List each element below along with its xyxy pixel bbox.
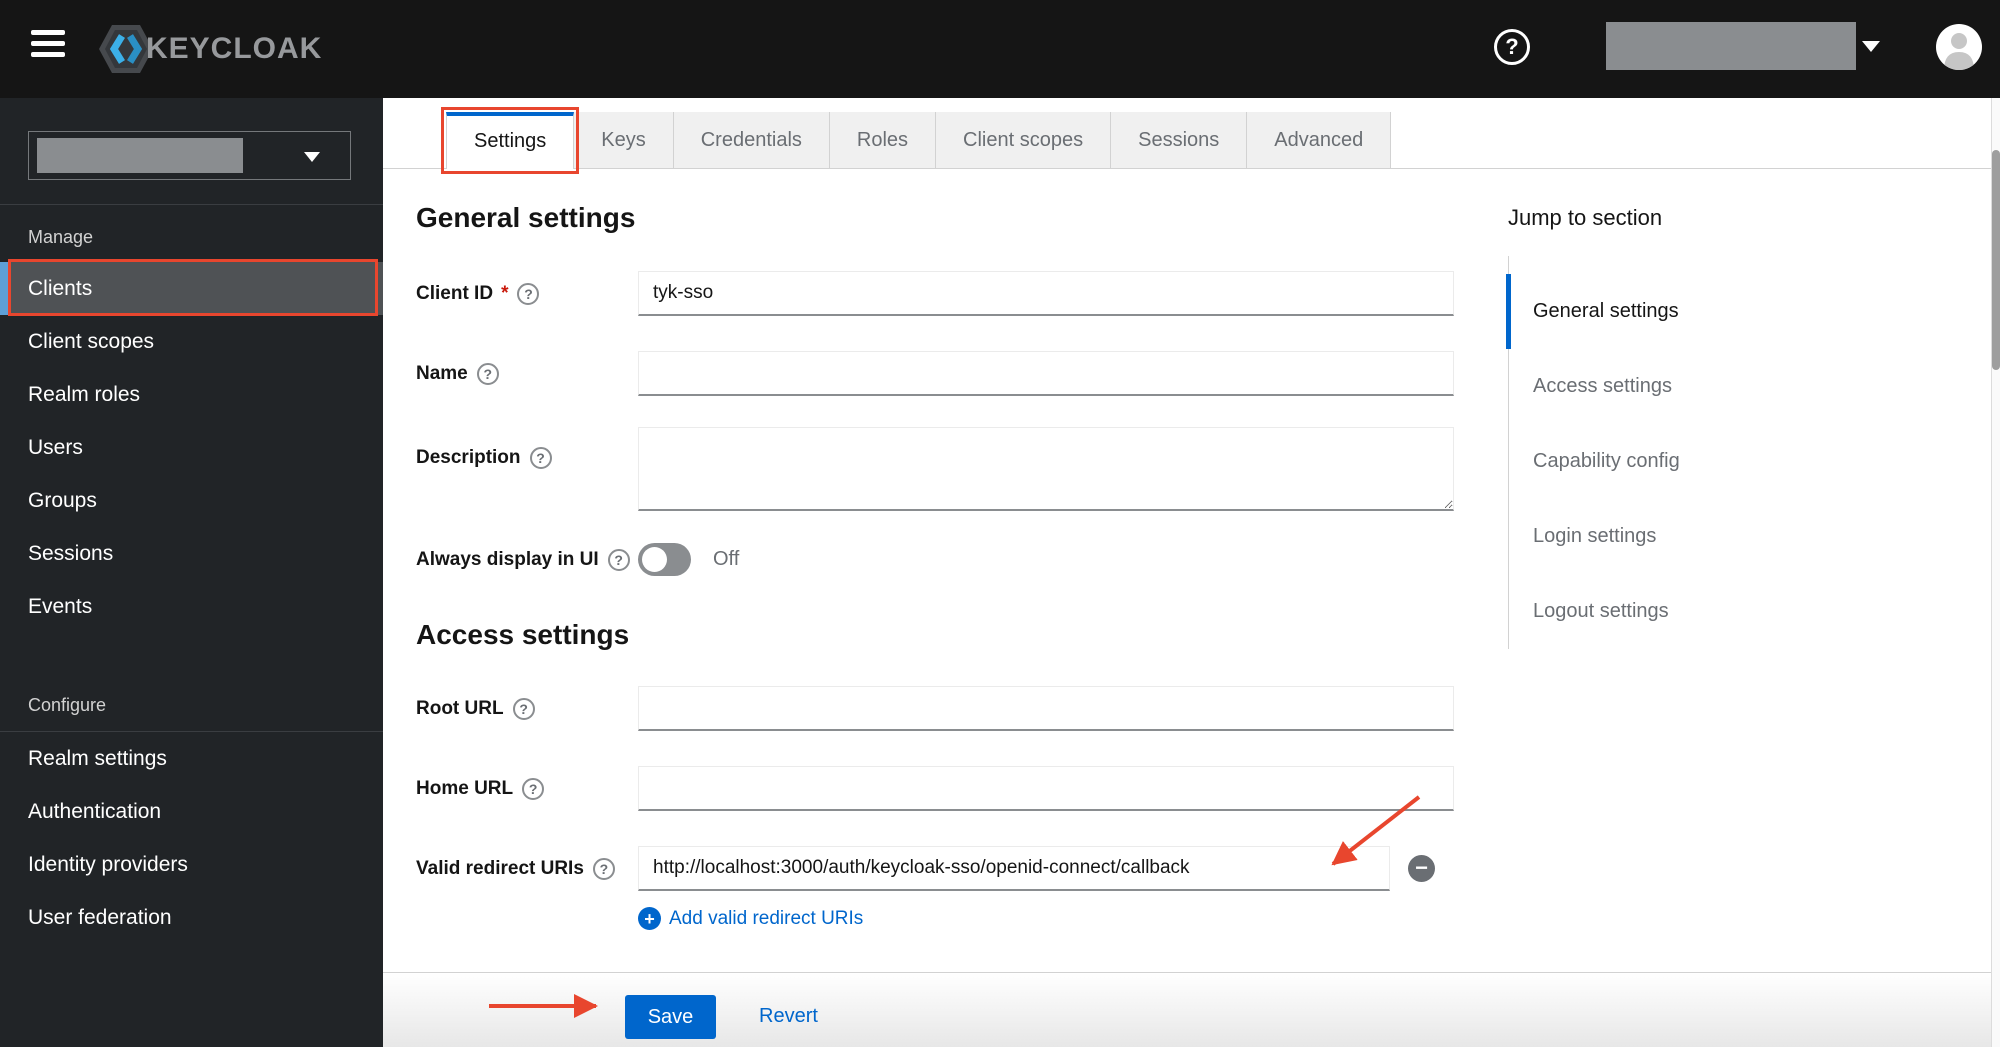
sidebar-item-groups[interactable]: Groups xyxy=(0,474,383,527)
help-icon[interactable]: ? xyxy=(1494,29,1530,65)
valid-redirect-help-icon[interactable]: ? xyxy=(592,857,615,880)
add-redirect-uri-label: Add valid redirect URIs xyxy=(669,907,864,929)
sidebar-item-authentication[interactable]: Authentication xyxy=(0,785,383,838)
sidebar-item-sessions[interactable]: Sessions xyxy=(0,527,383,580)
client-id-label: Client ID xyxy=(416,282,494,304)
root-url-row: Root URL ? xyxy=(416,686,1516,731)
keycloak-logo: KEYCLOAK xyxy=(98,24,322,74)
jump-to-section-panel: Jump to section General settings Access … xyxy=(1506,204,1848,649)
jump-item-general-settings[interactable]: General settings xyxy=(1506,274,1848,349)
toggle-state-label: Off xyxy=(713,548,740,570)
client-id-help-icon[interactable]: ? xyxy=(517,282,540,305)
sidebar-item-client-scopes[interactable]: Client scopes xyxy=(0,315,383,368)
vertical-scrollbar xyxy=(1991,98,2000,1047)
valid-redirect-label: Valid redirect URIs xyxy=(416,857,584,879)
nav-group-configure: Configure xyxy=(0,633,383,732)
root-url-help-icon[interactable]: ? xyxy=(512,697,535,720)
home-url-row: Home URL ? xyxy=(416,766,1516,811)
client-tabs: Settings Keys Credentials Roles Client s… xyxy=(440,107,1392,174)
jump-item-capability-config[interactable]: Capability config xyxy=(1509,424,1848,499)
keycloak-admin-page: KEYCLOAK ? Manage Clients Client scopes … xyxy=(0,0,2000,1047)
top-bar: KEYCLOAK ? xyxy=(0,0,2000,98)
description-help-icon[interactable]: ? xyxy=(529,447,552,469)
tab-advanced[interactable]: Advanced xyxy=(1247,112,1392,168)
username-redacted-box[interactable] xyxy=(1606,22,1856,70)
sidebar-item-user-federation[interactable]: User federation xyxy=(0,891,383,944)
always-display-row: Always display in UI ? Off xyxy=(416,543,1516,576)
sidebar-item-events[interactable]: Events xyxy=(0,580,383,633)
hamburger-menu-icon[interactable] xyxy=(31,30,67,66)
sidebar-item-realm-roles[interactable]: Realm roles xyxy=(0,368,383,421)
general-settings-heading: General settings xyxy=(416,202,636,233)
tab-roles[interactable]: Roles xyxy=(829,112,937,168)
toggle-knob xyxy=(642,547,667,572)
add-redirect-uri-link[interactable]: + Add valid redirect URIs xyxy=(638,907,1516,930)
tab-keys[interactable]: Keys xyxy=(574,112,674,168)
name-help-icon[interactable]: ? xyxy=(476,362,499,385)
home-url-input[interactable] xyxy=(638,766,1454,811)
add-circle-icon: + xyxy=(638,907,661,930)
sidebar-item-realm-settings[interactable]: Realm settings xyxy=(0,732,383,785)
root-url-label: Root URL xyxy=(416,697,504,719)
form-action-bar: Save Revert xyxy=(383,972,2000,1047)
name-row: Name ? xyxy=(416,351,1516,396)
jump-item-access-settings[interactable]: Access settings xyxy=(1509,349,1848,424)
realm-selector[interactable] xyxy=(28,131,351,180)
jump-heading: Jump to section xyxy=(1508,205,1663,230)
tab-credentials[interactable]: Credentials xyxy=(673,112,830,168)
tab-sessions[interactable]: Sessions xyxy=(1111,112,1248,168)
name-input[interactable] xyxy=(638,351,1454,396)
sidebar-item-clients[interactable]: Clients xyxy=(0,262,383,315)
valid-redirect-row: Valid redirect URIs ? − xyxy=(416,846,1516,891)
home-url-help-icon[interactable]: ? xyxy=(522,777,545,800)
always-display-toggle[interactable] xyxy=(638,543,691,576)
tab-client-scopes[interactable]: Client scopes xyxy=(936,112,1112,168)
sidebar: Manage Clients Client scopes Realm roles… xyxy=(0,98,383,1047)
name-label: Name xyxy=(416,362,468,384)
scrollbar-thumb[interactable] xyxy=(1992,150,2000,370)
description-textarea[interactable] xyxy=(638,427,1454,511)
always-display-label: Always display in UI xyxy=(416,548,599,570)
always-display-help-icon[interactable]: ? xyxy=(607,548,630,571)
settings-form: General settings Client ID * ? Name ? D xyxy=(416,168,1516,930)
tab-settings[interactable]: Settings xyxy=(440,107,580,174)
client-id-row: Client ID * ? xyxy=(416,271,1516,316)
realm-name-redacted xyxy=(37,138,243,173)
description-row: Description ? xyxy=(416,427,1516,511)
avatar[interactable] xyxy=(1936,24,1982,70)
nav-group-manage: Manage xyxy=(28,227,94,247)
revert-link[interactable]: Revert xyxy=(759,1005,818,1028)
brand-title: KEYCLOAK xyxy=(146,32,323,65)
jump-list: General settings Access settings Capabil… xyxy=(1506,256,1848,649)
home-url-label: Home URL xyxy=(416,777,514,799)
required-asterisk: * xyxy=(501,282,509,304)
person-icon xyxy=(1944,33,1974,70)
jump-item-logout-settings[interactable]: Logout settings xyxy=(1509,574,1848,649)
sidebar-nav: Manage Clients Client scopes Realm roles… xyxy=(0,204,383,944)
sidebar-item-identity-providers[interactable]: Identity providers xyxy=(0,838,383,891)
sidebar-item-users[interactable]: Users xyxy=(0,421,383,474)
access-settings-heading: Access settings xyxy=(416,619,630,650)
user-menu-caret-icon[interactable] xyxy=(1862,41,1880,52)
remove-redirect-uri-button[interactable]: − xyxy=(1408,855,1435,882)
realm-caret-icon xyxy=(304,152,320,162)
jump-item-login-settings[interactable]: Login settings xyxy=(1509,499,1848,574)
root-url-input[interactable] xyxy=(638,686,1454,731)
client-id-input[interactable] xyxy=(638,271,1454,316)
save-button[interactable]: Save xyxy=(625,995,716,1039)
description-label: Description xyxy=(416,447,521,468)
valid-redirect-input[interactable] xyxy=(638,846,1390,891)
